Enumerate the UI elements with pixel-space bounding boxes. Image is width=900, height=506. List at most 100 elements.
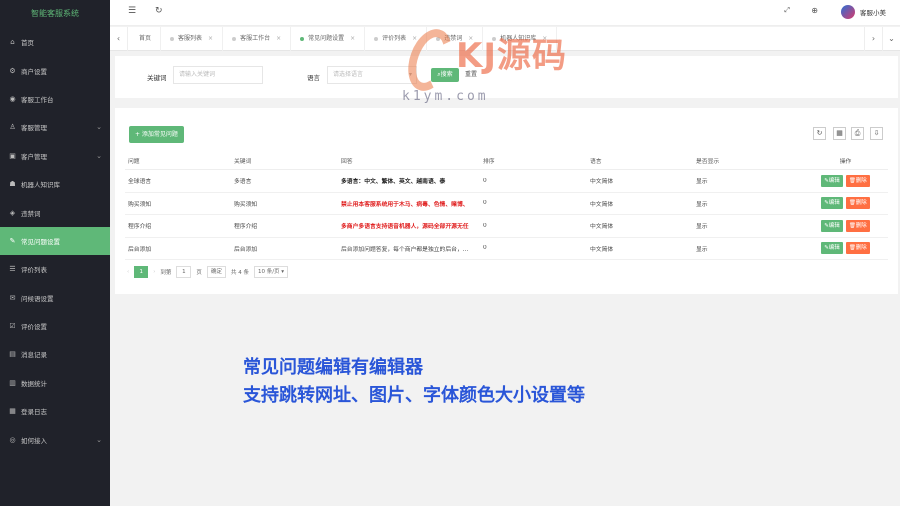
language-select-placeholder: 请选择语言 (333, 71, 364, 78)
faq-icon: ✎ (9, 236, 16, 245)
keyword-input[interactable]: 请输入关键词 (173, 66, 263, 84)
log-icon: ▦ (9, 407, 16, 416)
sidebar-item-3[interactable]: ♙ 客服管理 ⌄ (0, 113, 110, 141)
tab-6[interactable]: 机器人知识库 × (483, 27, 558, 51)
sidebar-item-label: 评价设置 (21, 323, 47, 332)
close-icon[interactable]: × (542, 35, 547, 42)
sidebar-item-label: 商户设置 (21, 67, 47, 76)
cell-actions: ✎编辑 🗑删除 (800, 219, 888, 232)
tab-dot-icon (232, 36, 237, 41)
tab-5[interactable]: 违禁词 × (427, 27, 484, 51)
export-icon[interactable]: ⇩ (870, 127, 883, 140)
delete-button[interactable]: 🗑删除 (845, 242, 870, 255)
close-icon[interactable]: × (350, 35, 355, 42)
cell-actions: ✎编辑 🗑删除 (800, 197, 888, 210)
tabs-scroll-left-icon[interactable]: ‹ (110, 27, 128, 51)
link-icon: ◎ (9, 435, 16, 444)
reset-button[interactable]: 重置 (465, 68, 477, 82)
user-menu[interactable]: 客服小美 (841, 5, 886, 19)
edit-button[interactable]: ✎编辑 (821, 219, 843, 232)
sidebar-item-7[interactable]: ✎ 常见问题设置 (0, 226, 110, 256)
sidebar-item-label: 登录日志 (21, 408, 47, 417)
tab-label: 常见问题设置 (308, 35, 345, 42)
tab-1[interactable]: 客服列表 × (161, 27, 224, 51)
tab-2[interactable]: 客服工作台 × (223, 27, 292, 51)
print-icon[interactable]: ⎙ (851, 127, 864, 140)
tabs-menu-chevron-icon[interactable]: ⌄ (882, 27, 900, 51)
fullscreen-icon[interactable]: ⤢ (784, 6, 790, 15)
sidebar-item-label: 评价列表 (21, 266, 47, 275)
table-row[interactable]: 全球语言 多语言 多语言：中文、繁体、英文、越南语、泰 0 中文简体 显示 ✎编辑 🗑删除 (125, 170, 888, 193)
column-header: 排序 (483, 159, 495, 165)
sidebar-item-9[interactable]: ✉ 问候语设置 (0, 284, 110, 312)
sidebar-item-label: 常见问题设置 (21, 237, 60, 246)
prev-page-icon[interactable]: ‹ (127, 269, 129, 275)
language-select[interactable]: 请选择语言 ▾ (327, 66, 417, 84)
close-icon[interactable]: × (468, 35, 473, 42)
add-faq-button[interactable]: + 添加常见问题 (129, 126, 184, 143)
sidebar-item-label: 违禁词 (21, 209, 41, 218)
cell-question: 程序介绍 (128, 224, 152, 231)
page-size-select[interactable]: 10 条/页 ▾ (253, 266, 289, 278)
chevron-down-icon: ⌄ (96, 435, 102, 444)
sidebar-item-4[interactable]: ▣ 客户管理 ⌄ (0, 142, 110, 170)
sidebar-item-0[interactable]: ⌂ 首页 (0, 28, 110, 56)
refresh-table-icon[interactable]: ↻ (813, 127, 826, 140)
sidebar-item-11[interactable]: ▤ 消息记录 (0, 340, 110, 368)
next-page-icon[interactable]: › (153, 269, 155, 275)
sidebar-item-5[interactable]: ☗ 机器人知识库 (0, 170, 110, 198)
sidebar-item-label: 客服工作台 (21, 95, 54, 104)
sidebar-item-13[interactable]: ▦ 登录日志 (0, 397, 110, 425)
edit-button[interactable]: ✎编辑 (821, 174, 843, 187)
home-icon: ⌂ (10, 38, 15, 47)
language-globe-icon[interactable]: ⊕ (811, 6, 818, 15)
cell-question: 全球语言 (128, 179, 152, 186)
edit-button[interactable]: ✎编辑 (821, 197, 843, 210)
current-page[interactable]: 1 (134, 266, 149, 278)
cell-keyword: 后台添加 (234, 246, 258, 253)
page-tabs: ‹ 首页 客服列表 × 客服工作台 × 常见问题设置 × 评价列表 × 违禁词 × 机器人知识库 × ›… (110, 27, 900, 51)
delete-button[interactable]: 🗑删除 (845, 174, 870, 187)
sidebar-item-2[interactable]: ◉ 客服工作台 (0, 85, 110, 113)
sidebar-item-10[interactable]: ☑ 评价设置 (0, 312, 110, 340)
close-icon[interactable]: × (276, 35, 281, 42)
sidebar-item-6[interactable]: ◈ 违禁词 (0, 198, 110, 226)
keyword-label: 关键词 (147, 74, 167, 82)
sidebar-item-12[interactable]: ▥ 数据统计 (0, 369, 110, 397)
close-icon[interactable]: × (412, 35, 417, 42)
chevron-down-icon: ⌄ (96, 151, 102, 160)
cell-language: 中文简体 (590, 224, 614, 231)
edit-button[interactable]: ✎编辑 (821, 242, 843, 255)
cell-language: 中文简体 (590, 246, 614, 253)
tabs-scroll-right-icon[interactable]: › (864, 27, 882, 51)
cell-keyword: 多语言 (234, 179, 252, 186)
cell-sort: 0 (483, 245, 487, 252)
page-input[interactable]: 1 (176, 266, 192, 278)
tab-3[interactable]: 常见问题设置 × (291, 27, 366, 51)
tab-label: 机器人知识库 (500, 35, 537, 42)
rate-icon: ☑ (9, 322, 16, 331)
sidebar-item-8[interactable]: ☰ 评价列表 (0, 255, 110, 283)
goto-confirm-button[interactable]: 确定 (206, 266, 226, 278)
table-row[interactable]: 购买须知 购买须知 禁止用本客服系统用于木马、病毒、色情、赌博、 0 中文简体 显示 ✎编辑… (125, 193, 888, 215)
sidebar-item-14[interactable]: ◎ 如何接入 ⌄ (0, 425, 110, 453)
sidebar: 智能客服系统 ⌂ 首页 ⚙ 商户设置 ◉ 客服工作台 ♙ 客服管理 ⌄ ▣ 客户管理 ⌄ ☗ 机器人知识库… (0, 0, 110, 506)
table-row[interactable]: 程序介绍 程序介绍 多商户多语言支持语音机器人，源码全部开源无任 0 中文简体 显示 ✎编辑… (125, 215, 888, 238)
robot-icon: ☗ (9, 180, 16, 189)
tab-0[interactable]: 首页 (130, 27, 162, 51)
cell-keyword: 购买须知 (234, 201, 258, 208)
pagination: ‹ 1 › 到第 1 页 确定 共 4 条 10 条/页 ▾ (127, 266, 289, 278)
tab-4[interactable]: 评价列表 × (365, 27, 428, 51)
cell-question: 购买须知 (128, 201, 152, 208)
menu-toggle-icon[interactable]: ☰ (128, 6, 136, 16)
columns-filter-icon[interactable]: ▦ (833, 127, 846, 140)
sidebar-item-1[interactable]: ⚙ 商户设置 (0, 56, 110, 84)
table-row[interactable]: 后台添加 后台添加 后台添加问题答复，每个商户都是独立的后台，... 0 中文简体 显示 ✎… (125, 238, 888, 260)
sidebar-item-label: 消息记录 (21, 351, 47, 360)
delete-button[interactable]: 🗑删除 (845, 219, 870, 232)
refresh-icon[interactable]: ↻ (155, 6, 163, 16)
search-button[interactable]: ⌕搜索 (431, 68, 459, 82)
close-icon[interactable]: × (208, 35, 213, 42)
cell-question: 后台添加 (128, 246, 152, 253)
delete-button[interactable]: 🗑删除 (845, 197, 870, 210)
